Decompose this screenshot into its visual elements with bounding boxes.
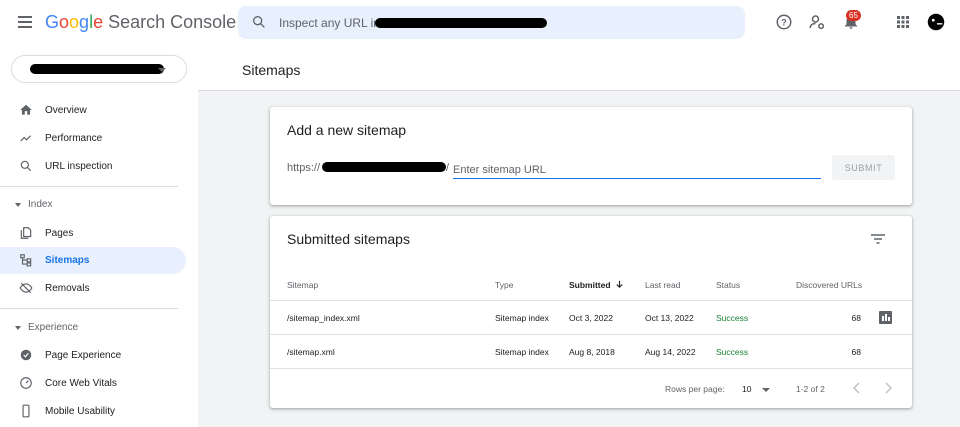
rows-per-page-label: Rows per page: <box>665 384 725 394</box>
previous-page-icon[interactable] <box>849 380 865 396</box>
sitemap-icon <box>20 254 32 267</box>
column-header-type[interactable]: Type <box>495 280 513 290</box>
sidebar-section-index[interactable]: Index <box>0 199 186 213</box>
removals-icon <box>19 282 33 294</box>
cell-status: Success <box>716 313 749 323</box>
pages-icon <box>20 227 32 239</box>
sidebar-item-label: Performance <box>45 133 103 144</box>
collapse-arrow-icon <box>15 203 21 207</box>
sitemap-url-prefix: https:// / <box>287 162 449 174</box>
sidebar-divider <box>0 308 178 309</box>
cell-last-read: Oct 13, 2022 <box>645 313 694 323</box>
sidebar-item-url-inspection[interactable]: URL inspection <box>0 153 186 180</box>
help-icon[interactable]: ? <box>775 13 793 31</box>
phone-icon <box>22 404 30 418</box>
property-selector[interactable] <box>11 55 187 83</box>
sidebar-item-core-web-vitals[interactable]: Core Web Vitals <box>0 370 186 397</box>
sidebar-divider <box>0 186 178 187</box>
chevron-down-icon[interactable] <box>762 388 770 392</box>
page-title: Sitemaps <box>242 62 301 78</box>
submit-button[interactable]: SUBMIT <box>832 155 895 180</box>
sort-arrow-down-icon <box>615 280 623 289</box>
section-label: Experience <box>28 322 79 333</box>
sidebar-item-sitemaps[interactable]: Sitemaps <box>0 247 186 274</box>
sidebar-item-pages[interactable]: Pages <box>0 220 186 247</box>
cell-type: Sitemap index <box>495 347 549 357</box>
sitemap-url-input[interactable] <box>453 161 821 179</box>
table-header: Sitemap Type Submitted Last read Status … <box>270 268 912 301</box>
sidebar-item-label: Core Web Vitals <box>45 378 117 389</box>
page-header: Sitemaps <box>198 46 960 91</box>
sidebar-item-label: Page Experience <box>45 350 122 361</box>
cell-last-read: Aug 14, 2022 <box>645 347 696 357</box>
search-placeholder: Inspect any URL in <box>279 16 380 30</box>
sidebar: Overview Performance URL inspection Inde… <box>0 46 198 427</box>
url-inspection-search[interactable]: Inspect any URL in <box>238 6 745 39</box>
table-row[interactable]: /sitemap.xml Sitemap index Aug 8, 2018 A… <box>270 335 912 369</box>
add-sitemap-card: Add a new sitemap https:// / SUBMIT <box>270 107 912 205</box>
cell-submitted: Aug 8, 2018 <box>569 347 615 357</box>
sidebar-item-removals[interactable]: Removals <box>0 275 186 302</box>
search-icon <box>253 15 265 28</box>
table-pagination: Rows per page: 10 1-2 of 2 <box>270 369 912 408</box>
trending-icon <box>20 135 32 142</box>
card-title: Submitted sitemaps <box>287 231 410 247</box>
redacted-property-name <box>30 64 164 74</box>
rows-per-page-select[interactable]: 10 <box>742 384 751 394</box>
collapse-arrow-icon <box>15 326 21 330</box>
account-settings-icon[interactable] <box>808 13 826 31</box>
sidebar-item-label: URL inspection <box>45 161 113 172</box>
speedometer-icon <box>20 377 32 389</box>
chevron-down-icon <box>158 68 166 72</box>
sidebar-item-label: Sitemaps <box>45 255 90 266</box>
page-experience-icon <box>20 349 32 361</box>
svg-text:?: ? <box>781 17 787 27</box>
sidebar-item-mobile-usability[interactable]: Mobile Usability <box>0 398 186 425</box>
sidebar-item-performance[interactable]: Performance <box>0 125 186 152</box>
top-app-bar: Google Search Console Inspect any URL in… <box>0 0 960 46</box>
sidebar-item-label: Removals <box>45 283 90 294</box>
column-header-discovered-urls[interactable]: Discovered URLs <box>796 280 862 290</box>
table-row[interactable]: /sitemap_index.xml Sitemap index Oct 3, … <box>270 301 912 335</box>
sidebar-item-page-experience[interactable]: Page Experience <box>0 342 186 369</box>
column-header-status[interactable]: Status <box>716 280 740 290</box>
column-header-submitted[interactable]: Submitted <box>569 280 624 290</box>
notifications-badge: 65 <box>846 10 861 21</box>
google-wordmark: Google <box>45 12 104 32</box>
cell-type: Sitemap index <box>495 313 549 323</box>
pagination-range: 1-2 of 2 <box>796 384 825 394</box>
sidebar-item-label: Overview <box>45 105 87 116</box>
cell-discovered-urls: 68 <box>851 313 861 323</box>
product-logo[interactable]: Google Search Console <box>45 12 236 33</box>
menu-icon[interactable] <box>18 16 32 28</box>
cell-status: Success <box>716 347 749 357</box>
sidebar-section-experience[interactable]: Experience <box>0 322 186 336</box>
prefix-scheme: https:// <box>287 162 321 174</box>
column-header-submitted-label: Submitted <box>569 280 611 290</box>
sidebar-item-label: Pages <box>45 228 74 239</box>
main-content: Sitemaps Add a new sitemap https:// / SUB… <box>198 46 960 427</box>
sidebar-item-label: Mobile Usability <box>45 406 116 417</box>
cell-submitted: Oct 3, 2022 <box>569 313 613 323</box>
card-title: Add a new sitemap <box>287 122 407 138</box>
search-icon <box>20 160 32 172</box>
apps-grid-icon[interactable] <box>894 13 912 31</box>
prefix-slash: / <box>446 162 450 174</box>
cell-discovered-urls: 68 <box>851 347 861 357</box>
home-icon <box>20 104 32 115</box>
next-page-icon[interactable] <box>880 380 896 396</box>
section-label: Index <box>28 199 53 210</box>
redacted-domain <box>322 162 447 172</box>
redacted-property <box>375 18 547 28</box>
submitted-sitemaps-card: Submitted sitemaps Sitemap Type Submitte… <box>270 216 912 408</box>
column-header-sitemap[interactable]: Sitemap <box>287 280 318 290</box>
column-header-last-read[interactable]: Last read <box>645 280 680 290</box>
cell-sitemap: /sitemap.xml <box>287 347 335 357</box>
cell-sitemap: /sitemap_index.xml <box>287 313 360 323</box>
bar-chart-icon[interactable] <box>879 311 892 324</box>
sidebar-item-overview[interactable]: Overview <box>0 97 186 124</box>
filter-icon[interactable] <box>871 233 885 245</box>
product-name: Search Console <box>108 12 237 32</box>
avatar[interactable] <box>925 11 947 33</box>
